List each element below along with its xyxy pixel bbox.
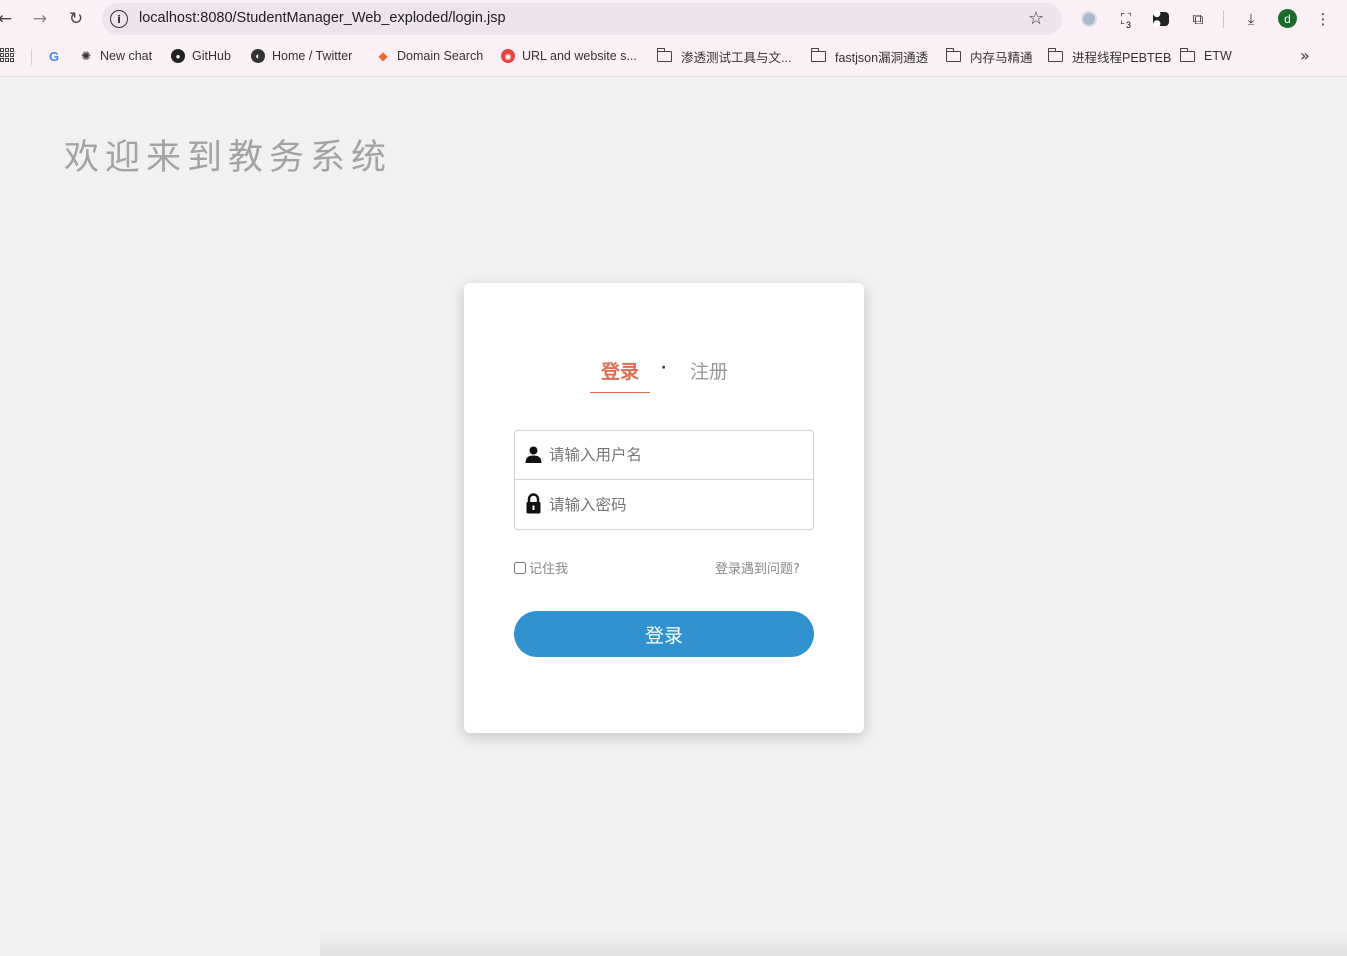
bookmark-label: URL and website s... bbox=[522, 49, 637, 63]
login-button[interactable]: 登录 bbox=[514, 611, 814, 657]
hunter-icon: ◆ bbox=[378, 49, 388, 63]
site-info-icon[interactable]: i bbox=[110, 10, 128, 28]
bookmark-label: GitHub bbox=[192, 49, 231, 63]
profile-avatar[interactable]: d bbox=[1278, 9, 1297, 28]
page-body: 欢迎来到教务系统 登录 · 注册 请输入用户名 记住我 登录遇到问题? 登录 bbox=[0, 77, 1347, 956]
bookmark-folder[interactable]: 内存马精通 bbox=[945, 47, 1033, 65]
bookmark-label: ETW bbox=[1204, 49, 1232, 63]
globe-icon: ◐ bbox=[251, 49, 265, 63]
bookmark-label: Domain Search bbox=[397, 49, 484, 63]
bookmark-label: 进程线程PEBTEB bbox=[1072, 50, 1172, 65]
bookmark-item[interactable]: ◆ Domain Search bbox=[376, 47, 483, 65]
chevron-double-right-icon[interactable]: » bbox=[1300, 46, 1310, 65]
password-row bbox=[515, 481, 813, 530]
folder-icon bbox=[810, 47, 826, 62]
back-icon[interactable]: ← bbox=[0, 6, 18, 32]
extension-badge: 3 bbox=[1126, 20, 1132, 30]
user-icon bbox=[525, 446, 542, 463]
folder-icon bbox=[1047, 47, 1063, 62]
folder-icon bbox=[656, 47, 672, 62]
tab-register[interactable]: 注册 bbox=[684, 357, 734, 384]
password-input[interactable] bbox=[549, 491, 804, 519]
bookmark-folder[interactable]: ETW bbox=[1179, 47, 1232, 65]
bookmark-folder[interactable]: 进程线程PEBTEB bbox=[1047, 47, 1172, 65]
toolbar-divider bbox=[1223, 10, 1224, 28]
url-text[interactable]: localhost:8080/StudentManager_Web_explod… bbox=[139, 10, 506, 26]
apps-grid-icon[interactable] bbox=[0, 48, 14, 62]
bookmark-label: 内存马精通 bbox=[970, 50, 1033, 65]
extensions-puzzle-icon[interactable]: ⧉ bbox=[1187, 8, 1209, 30]
auth-tabs: 登录 · 注册 bbox=[464, 357, 864, 397]
welcome-title: 欢迎来到教务系统 bbox=[64, 138, 393, 178]
folder-icon bbox=[945, 47, 961, 62]
virustotal-icon: ◉ bbox=[501, 49, 515, 63]
browser-toolbar: ← → ↻ i localhost:8080/StudentManager_We… bbox=[0, 0, 1347, 38]
reload-icon[interactable]: ↻ bbox=[63, 6, 89, 32]
extension-game-icon[interactable]: ● ● bbox=[1153, 9, 1169, 29]
bookmark-label: New chat bbox=[100, 49, 153, 63]
menu-kebab-icon[interactable]: ⋮ bbox=[1312, 8, 1334, 30]
bookmark-item[interactable]: ◐ Home / Twitter bbox=[251, 47, 352, 65]
bookmarks-divider bbox=[31, 49, 32, 65]
download-icon[interactable]: ⤓ bbox=[1240, 8, 1262, 30]
extension-circle-icon[interactable] bbox=[1081, 11, 1097, 27]
forward-icon[interactable]: → bbox=[27, 6, 53, 32]
tab-login[interactable]: 登录 bbox=[590, 357, 650, 393]
openai-icon: ✺ bbox=[80, 49, 92, 63]
folder-icon bbox=[1179, 47, 1195, 62]
lock-icon bbox=[526, 493, 541, 514]
username-input[interactable] bbox=[549, 441, 804, 469]
bookmark-folder[interactable]: 渗透测试工具与文... bbox=[656, 47, 792, 65]
bookmark-label: 渗透测试工具与文... bbox=[681, 50, 792, 65]
bookmark-item[interactable]: ◉ URL and website s... bbox=[501, 47, 637, 65]
bookmark-folder[interactable]: fastjson漏洞通透 bbox=[810, 47, 929, 65]
login-card: 登录 · 注册 记住我 bbox=[464, 283, 864, 733]
bookmark-star-icon[interactable]: ☆ bbox=[1028, 8, 1044, 29]
tab-separator: · bbox=[661, 360, 667, 376]
login-trouble-link[interactable]: 登录遇到问题? bbox=[715, 558, 800, 577]
bookmarks-bar: G ✺ New chat ● GitHub ◐ Home / Twitter ◆… bbox=[0, 40, 1347, 72]
bottom-shadow bbox=[320, 929, 1347, 956]
address-bar[interactable]: i localhost:8080/StudentManager_Web_expl… bbox=[102, 3, 1062, 35]
remember-me[interactable]: 记住我 bbox=[514, 558, 568, 577]
github-icon: ● bbox=[171, 49, 185, 63]
browser-chrome: ← → ↻ i localhost:8080/StudentManager_We… bbox=[0, 0, 1347, 77]
bookmark-label: Home / Twitter bbox=[272, 49, 353, 63]
bookmark-item[interactable]: ● GitHub bbox=[171, 47, 231, 65]
remember-checkbox[interactable] bbox=[514, 561, 526, 574]
bookmark-item[interactable]: ✺ New chat bbox=[79, 47, 152, 65]
username-row bbox=[515, 431, 813, 480]
bookmark-label: fastjson漏洞通透 bbox=[835, 50, 929, 65]
remember-label: 记住我 bbox=[529, 562, 569, 577]
google-icon[interactable]: G bbox=[47, 47, 68, 65]
credentials-group bbox=[514, 430, 814, 530]
